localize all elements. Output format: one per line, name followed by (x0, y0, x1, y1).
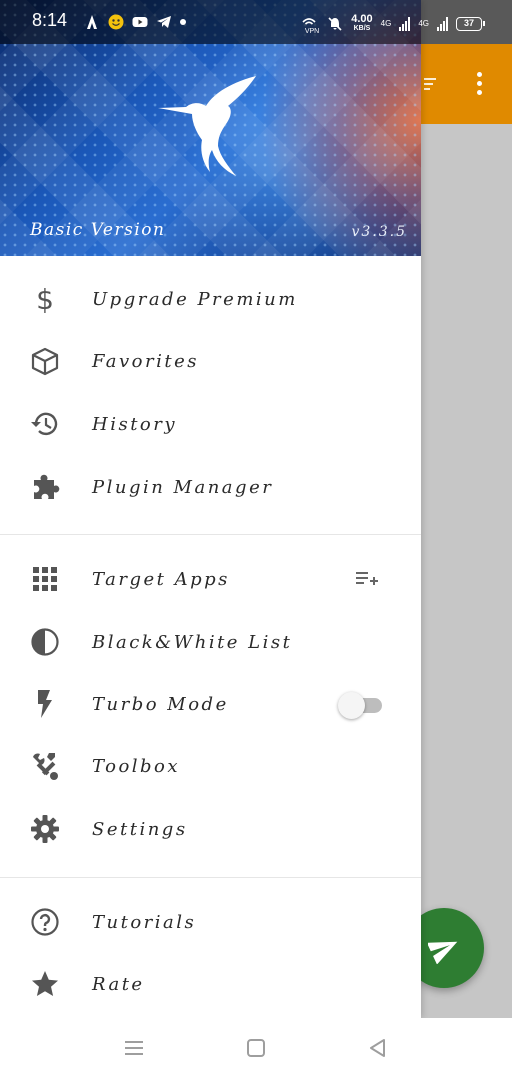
version-label: v3.3.5 (351, 224, 407, 240)
status-time: 8:14 (32, 10, 68, 30)
signal-icon (399, 16, 411, 31)
divider (0, 534, 421, 535)
menu-item-plugin-manager[interactable]: Plugin Manager (0, 456, 421, 518)
vpn-label: VPN (304, 28, 320, 35)
menu-item-label: Black&White List (92, 631, 293, 653)
edition-label: Basic Version (30, 220, 166, 240)
mute-icon (328, 16, 342, 31)
net-speed: 4.00 KB/S (351, 12, 373, 34)
net-speed-value: 4.00 (351, 12, 373, 25)
menu-item-settings[interactable]: Settings (0, 798, 421, 860)
sim1-label: 4G (380, 19, 392, 28)
system-navigation-bar (0, 1018, 512, 1080)
menu-item-toolbox[interactable]: Toolbox (0, 735, 421, 797)
menu-item-tutorials[interactable]: Tutorials (0, 891, 421, 953)
hummingbird-icon (158, 76, 256, 176)
back-icon[interactable] (368, 1038, 388, 1058)
flash-icon (30, 689, 60, 719)
more-options-icon[interactable] (477, 72, 483, 98)
turbo-mode-toggle[interactable] (338, 691, 384, 719)
menu-item-label: Plugin Manager (92, 476, 274, 498)
menu-item-label: Tutorials (92, 911, 197, 933)
puzzle-icon (30, 472, 60, 502)
smiley-icon (108, 14, 124, 30)
contrast-icon (30, 627, 60, 657)
signal-boost-icon (87, 15, 97, 29)
playlist-add-icon[interactable] (356, 570, 378, 588)
battery-icon: 37 (456, 16, 485, 31)
menu-icon[interactable] (124, 1038, 144, 1058)
home-icon[interactable] (246, 1038, 266, 1058)
menu-item-turbo-mode[interactable]: Turbo Mode (0, 673, 421, 735)
menu-item-label: Rate (92, 973, 145, 995)
menu-item-history[interactable]: History (0, 393, 421, 455)
signal-icon (437, 16, 448, 31)
history-icon (30, 409, 60, 439)
star-icon (30, 969, 60, 999)
menu-item-upgrade-premium[interactable]: $ Upgrade Premium (0, 268, 421, 330)
grid-icon (30, 564, 60, 594)
send-icon (428, 941, 458, 964)
divider (0, 877, 421, 878)
menu-item-black-white-list[interactable]: Black&White List (0, 611, 421, 673)
svg-text:$: $ (36, 284, 54, 314)
status-bar: 8:14 VPN 4.00 KB/S 4G 4G 37 (0, 0, 512, 44)
menu-item-favorites[interactable]: Favorites (0, 330, 421, 392)
menu-item-label: Toolbox (92, 755, 181, 777)
net-speed-unit: KB/S (353, 24, 371, 32)
menu-item-label: Target Apps (92, 568, 230, 590)
notification-dot-icon (180, 19, 186, 25)
filter-icon[interactable] (424, 78, 436, 92)
gear-icon (30, 814, 60, 844)
tools-icon (30, 751, 60, 781)
help-icon (30, 907, 60, 937)
menu-item-label: History (92, 413, 178, 435)
menu-item-rate[interactable]: Rate (0, 953, 421, 1015)
youtube-icon (132, 17, 148, 27)
menu-item-label: Favorites (92, 350, 199, 372)
dollar-icon: $ (30, 284, 60, 314)
menu-item-label: Turbo Mode (92, 693, 229, 715)
telegram-icon (157, 16, 171, 28)
box-icon (30, 346, 60, 376)
navigation-drawer: Basic Version v3.3.5 $ Upgrade Premium F… (0, 0, 421, 1018)
menu-item-label: Settings (92, 818, 188, 840)
menu-item-label: Upgrade Premium (92, 288, 298, 310)
sim2-label: 4G (418, 19, 429, 28)
menu-item-target-apps[interactable]: Target Apps (0, 548, 421, 610)
